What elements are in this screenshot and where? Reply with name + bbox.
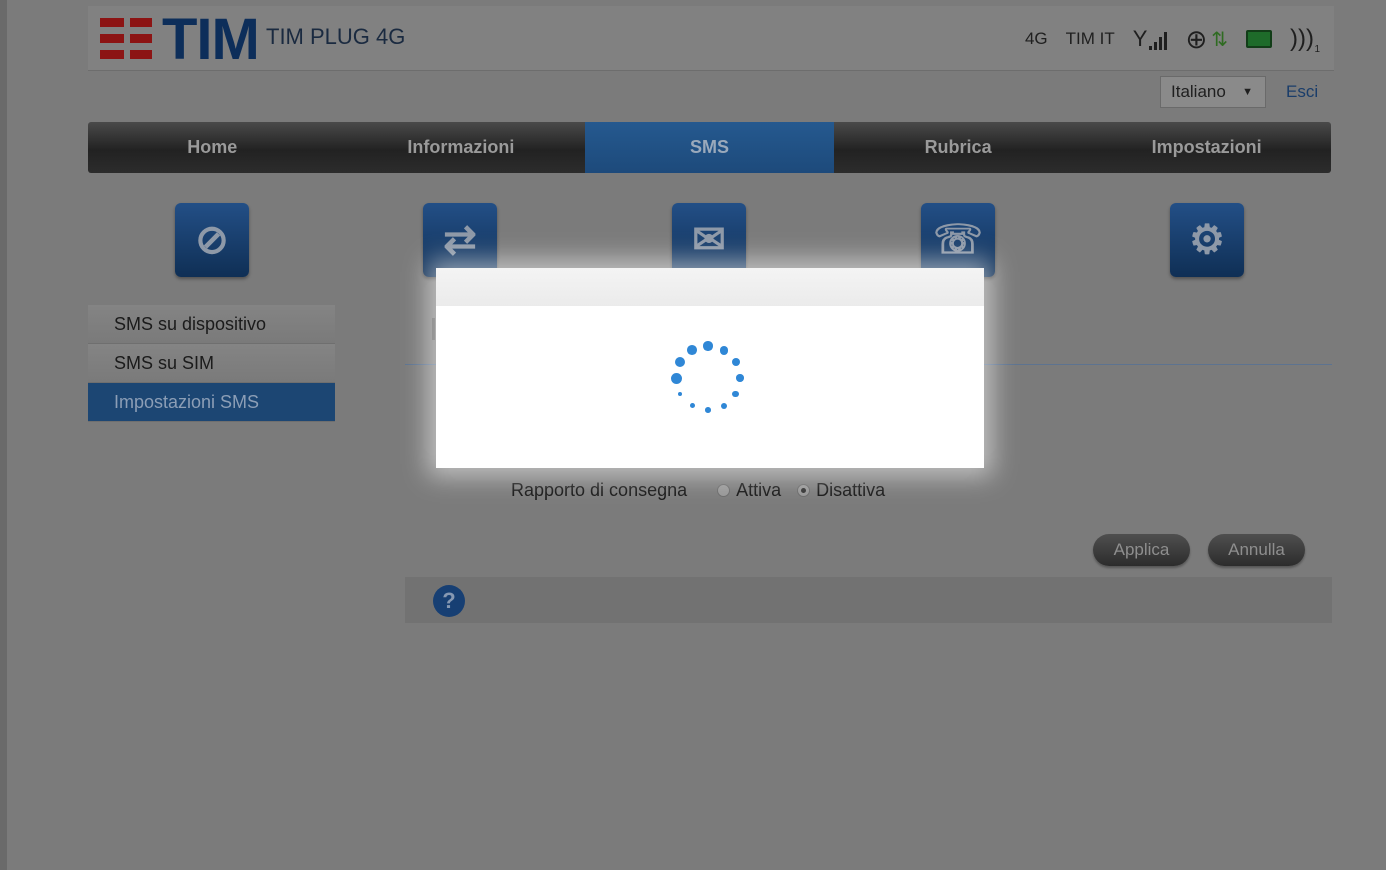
tab-home[interactable]: Home bbox=[88, 122, 337, 173]
delivery-report-label: Rapporto di consegna bbox=[511, 480, 688, 500]
phonebook-icon[interactable]: ☏ bbox=[921, 203, 995, 277]
chevron-down-icon: ▼ bbox=[1242, 86, 1253, 98]
spinner-dot bbox=[731, 358, 740, 366]
option-attiva-label: Attiva bbox=[736, 480, 782, 500]
language-select[interactable]: Italiano ▼ bbox=[1160, 76, 1266, 108]
spinner-dot bbox=[678, 391, 683, 397]
tab-rubrica[interactable]: Rubrica bbox=[834, 122, 1083, 173]
sidebar-item-sms-sim[interactable]: SMS su SIM bbox=[88, 344, 335, 383]
spinner-dot bbox=[675, 356, 686, 368]
sidebar-item-sms-settings[interactable]: Impostazioni SMS bbox=[88, 383, 335, 422]
globe-icon: ⊕ bbox=[1185, 24, 1208, 54]
tab-impostazioni[interactable]: Impostazioni bbox=[1082, 122, 1331, 173]
status-indicators: 4G TIM IT Y ⊕ ⇅ ))) 1 bbox=[1024, 24, 1320, 55]
envelope-icon[interactable]: ✉ bbox=[672, 203, 746, 277]
dialog-header bbox=[436, 268, 984, 306]
hidden-field-edge bbox=[432, 318, 435, 340]
spinner-dot bbox=[720, 402, 728, 409]
spinner-dot bbox=[705, 407, 711, 413]
delivery-report-row: Rapporto di consegna Attiva Disattiva bbox=[511, 480, 901, 501]
language-value: Italiano bbox=[1171, 82, 1226, 101]
tab-sms[interactable]: SMS bbox=[585, 122, 834, 173]
window-left-edge bbox=[0, 0, 7, 873]
main-nav: Home Informazioni SMS Rubrica Impostazio… bbox=[88, 122, 1331, 173]
sync-icon[interactable]: ⇄ bbox=[423, 203, 497, 277]
logout-link[interactable]: Esci bbox=[1286, 82, 1318, 102]
radio-disattiva[interactable] bbox=[797, 484, 811, 497]
gear-icon[interactable]: ⚙ bbox=[1170, 203, 1244, 277]
option-disattiva-label: Disattiva bbox=[816, 480, 886, 500]
help-icon[interactable]: ? bbox=[433, 585, 465, 617]
wifi-clients-count: 1 bbox=[1314, 44, 1320, 55]
apply-button[interactable]: Applica bbox=[1093, 534, 1190, 566]
network-type: 4G bbox=[1024, 29, 1048, 48]
option-attiva[interactable]: Attiva bbox=[717, 480, 781, 501]
spinner-dot bbox=[719, 346, 729, 355]
brand-name: TIM bbox=[162, 7, 260, 72]
signal-strength-icon: Y bbox=[1133, 28, 1168, 50]
tim-logo-icon bbox=[100, 14, 152, 62]
spinner-dot bbox=[732, 390, 740, 398]
operator-name: TIM IT bbox=[1065, 29, 1115, 48]
spinner-dot bbox=[689, 403, 695, 409]
window-right-edge bbox=[1386, 0, 1392, 873]
loading-dialog bbox=[436, 268, 984, 468]
connection-icon[interactable]: ⊘ bbox=[175, 203, 249, 277]
spinner-dot bbox=[736, 374, 744, 382]
sim-card-icon bbox=[1246, 30, 1273, 48]
cancel-button[interactable]: Annulla bbox=[1208, 534, 1305, 566]
sidebar-item-sms-device[interactable]: SMS su dispositivo bbox=[88, 305, 335, 344]
spinner-dot bbox=[670, 372, 682, 384]
tab-informazioni[interactable]: Informazioni bbox=[337, 122, 586, 173]
spinner-dot bbox=[703, 341, 713, 351]
sidebar: SMS su dispositivo SMS su SIM Impostazio… bbox=[88, 305, 335, 422]
radio-attiva[interactable] bbox=[717, 484, 731, 497]
product-name: TIM PLUG 4G bbox=[266, 24, 406, 49]
help-bar: ? bbox=[405, 577, 1332, 623]
spinner-dot bbox=[687, 345, 697, 356]
data-transfer-icon: ⇅ bbox=[1211, 28, 1229, 51]
option-disattiva[interactable]: Disattiva bbox=[797, 480, 885, 501]
wifi-icon: ))) 1 bbox=[1290, 25, 1320, 55]
header-bar: TIM TIM PLUG 4G 4G TIM IT Y ⊕ ⇅ ))) 1 bbox=[88, 6, 1334, 72]
